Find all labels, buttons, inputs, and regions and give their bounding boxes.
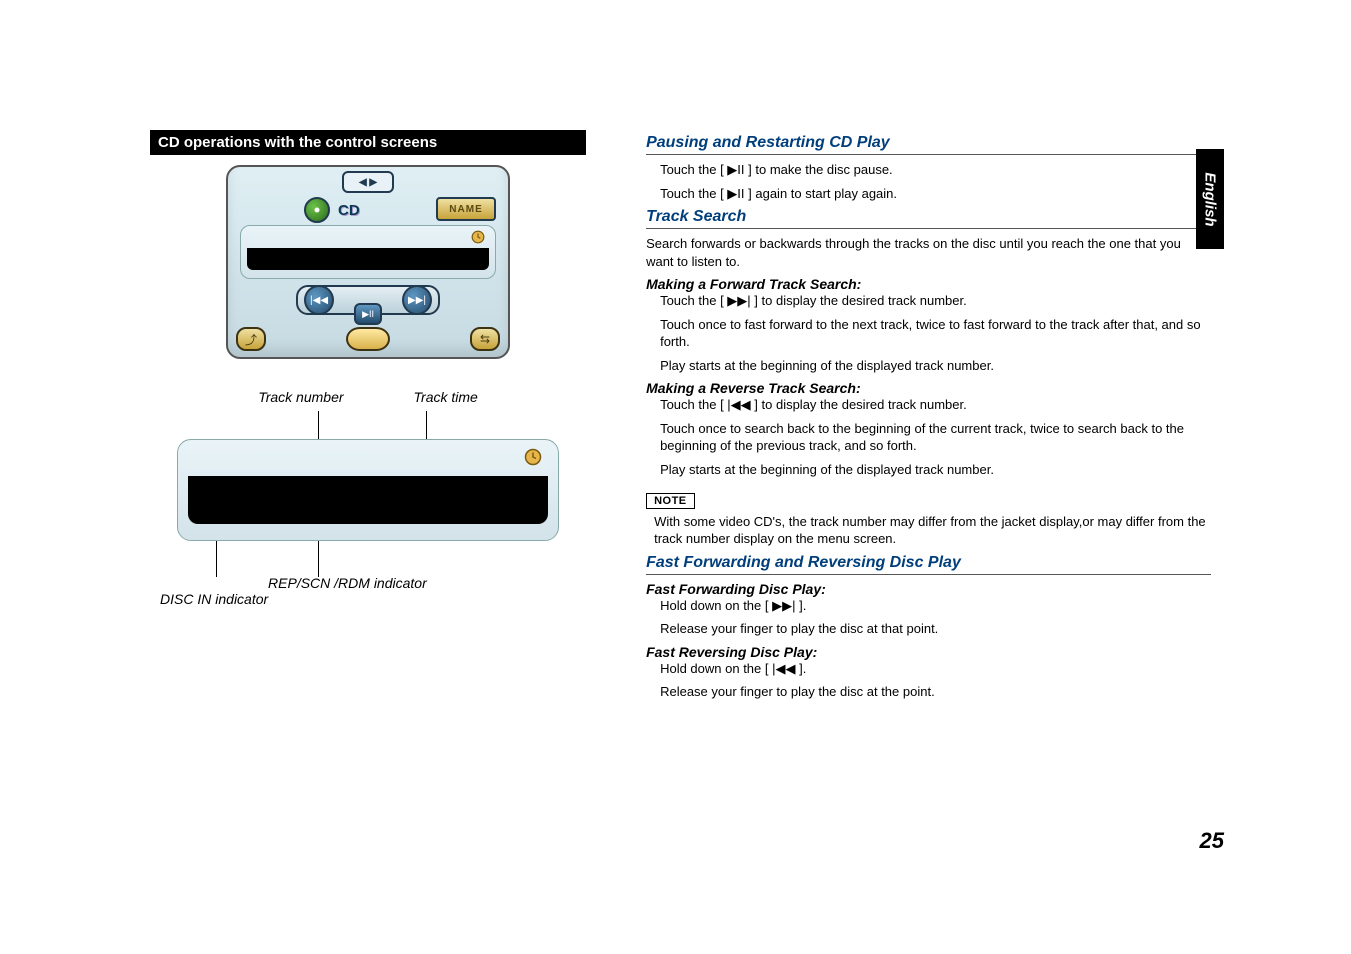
disc-icon: [304, 197, 330, 223]
info-blackzone: [247, 248, 489, 270]
next-track-button[interactable]: ▶▶|: [402, 285, 432, 315]
forward-line1: Touch the [ ▶▶| ] to display the desired…: [660, 292, 1211, 310]
ff-line2: Release your finger to play the disc at …: [660, 620, 1211, 638]
prev-track-button[interactable]: |◀◀: [304, 285, 334, 315]
play-pause-glyph: ▶II: [727, 186, 744, 201]
play-pause-glyph: ▶II: [727, 162, 744, 177]
right-column: Pausing and Restarting CD Play Touch the…: [646, 130, 1211, 707]
ff-line1: Hold down on the [ ▶▶| ].: [660, 597, 1211, 615]
pause-line2: Touch the [ ▶II ] again to start play ag…: [660, 185, 1211, 203]
name-button[interactable]: NAME: [436, 197, 496, 221]
display-blackzone: [188, 476, 548, 524]
bottom-pointer-lines: [168, 541, 568, 577]
bottom-row: ⤴ ⇆: [236, 327, 500, 351]
bottom-callouts: REP/SCN /RDM indicator DISC IN indicator: [168, 577, 568, 607]
transport-bar: |◀◀ ▶▶| ▶II: [296, 285, 440, 315]
cd-control-screen: ◀ ▶ CD NAME |◀◀ ▶▶| ▶II: [226, 165, 510, 359]
top-tab[interactable]: ◀ ▶: [342, 171, 394, 193]
fast-reverse-head: Fast Reversing Disc Play:: [646, 644, 1211, 660]
display-strip: [177, 439, 559, 541]
left-column: CD operations with the control screens ◀…: [150, 130, 586, 707]
pause-line1: Touch the [ ▶II ] to make the disc pause…: [660, 161, 1211, 179]
heading-fast-forward-reverse: Fast Forwarding and Reversing Disc Play: [646, 554, 1211, 575]
heading-track-search: Track Search: [646, 208, 1211, 229]
reverse-search-head: Making a Reverse Track Search:: [646, 380, 1211, 396]
center-dish[interactable]: [346, 327, 390, 351]
callout-track-number: Track number: [258, 389, 343, 405]
top-pointer-lines: [168, 411, 568, 439]
note-body: With some video CD's, the track number m…: [654, 513, 1211, 548]
fr-line2: Release your finger to play the disc at …: [660, 683, 1211, 701]
clock-icon: [524, 448, 542, 466]
forward-line2: Touch once to fast forward to the next t…: [660, 316, 1211, 351]
prev-track-glyph: |◀◀: [772, 661, 795, 676]
settings-button[interactable]: ⇆: [470, 327, 500, 351]
manual-page: CD operations with the control screens ◀…: [0, 0, 1351, 954]
display-strip-diagram: Track number Track time REP/SCN /RDM ind…: [168, 389, 568, 607]
track-search-lead: Search forwards or backwards through the…: [646, 235, 1211, 270]
next-track-glyph: ▶▶|: [772, 598, 795, 613]
clock-icon: [471, 230, 485, 244]
play-pause-button[interactable]: ▶II: [354, 303, 382, 325]
callout-disc-in: DISC IN indicator: [160, 591, 268, 607]
mode-row: CD: [304, 197, 360, 223]
forward-search-head: Making a Forward Track Search:: [646, 276, 1211, 292]
section-title-bar: CD operations with the control screens: [150, 130, 586, 155]
next-track-glyph: ▶▶|: [727, 293, 750, 308]
content-columns: CD operations with the control screens ◀…: [150, 130, 1211, 707]
note-label: NOTE: [646, 493, 695, 509]
info-strip: [240, 225, 496, 279]
top-callouts: Track number Track time: [168, 389, 568, 405]
tab-arrows-icon: ◀ ▶: [359, 177, 377, 188]
page-number: 25: [1200, 828, 1224, 854]
prev-track-glyph: |◀◀: [727, 397, 750, 412]
return-button[interactable]: ⤴: [236, 327, 266, 351]
reverse-line3: Play starts at the beginning of the disp…: [660, 461, 1211, 479]
heading-pausing: Pausing and Restarting CD Play: [646, 134, 1211, 155]
reverse-line2: Touch once to search back to the beginni…: [660, 420, 1211, 455]
fast-forward-head: Fast Forwarding Disc Play:: [646, 581, 1211, 597]
forward-line3: Play starts at the beginning of the disp…: [660, 357, 1211, 375]
reverse-line1: Touch the [ |◀◀ ] to display the desired…: [660, 396, 1211, 414]
callout-track-time: Track time: [414, 389, 478, 405]
mode-label: CD: [338, 202, 360, 219]
fr-line1: Hold down on the [ |◀◀ ].: [660, 660, 1211, 678]
callout-rep-scn-rdm: REP/SCN /RDM indicator: [268, 575, 427, 591]
language-tab: English: [1196, 149, 1224, 249]
